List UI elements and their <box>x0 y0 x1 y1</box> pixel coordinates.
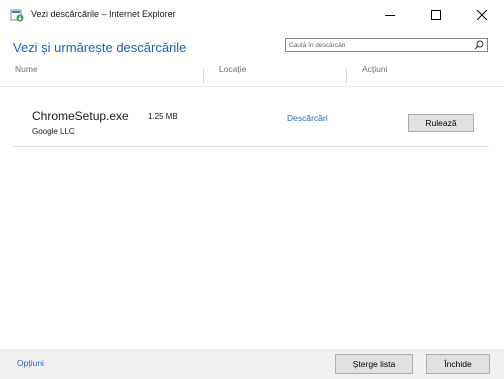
download-row[interactable]: ChromeSetup.exe 1.25 MB Google LLC Descă… <box>13 97 489 147</box>
close-icon <box>477 10 487 20</box>
window-title: Vezi descărcările – Internet Explorer <box>31 9 176 19</box>
column-header-location[interactable]: Locație <box>219 64 246 86</box>
page-title: Vezi și urmărește descărcările <box>13 40 187 55</box>
close-window-button[interactable] <box>459 0 504 30</box>
column-header-actions[interactable]: Acțiuni <box>362 64 388 86</box>
location-link[interactable]: Descărcări <box>287 113 328 123</box>
title-bar: Vezi descărcările – Internet Explorer <box>0 0 504 30</box>
file-publisher: Google LLC <box>32 127 75 136</box>
search-icon[interactable] <box>474 40 484 50</box>
file-size: 1.25 MB <box>148 112 178 121</box>
options-link[interactable]: Opțiuni <box>17 358 44 368</box>
column-separator <box>203 69 204 83</box>
column-separator <box>346 69 347 83</box>
clear-list-button[interactable]: Șterge lista <box>335 354 413 374</box>
maximize-button[interactable] <box>413 0 459 30</box>
ie-downloads-icon <box>10 9 24 22</box>
close-button[interactable]: Închide <box>426 354 490 374</box>
file-name: ChromeSetup.exe <box>32 109 129 123</box>
minimize-button[interactable] <box>367 0 413 30</box>
search-box[interactable] <box>285 38 488 52</box>
footer-bar: Opțiuni Șterge lista Închide <box>0 349 504 379</box>
run-button[interactable]: Rulează <box>408 114 474 132</box>
search-input[interactable] <box>286 39 473 51</box>
column-header-divider <box>0 86 504 87</box>
maximize-icon <box>431 10 441 20</box>
row-divider <box>13 146 489 147</box>
column-header-name[interactable]: Nume <box>15 64 38 86</box>
minimize-icon <box>385 15 395 16</box>
